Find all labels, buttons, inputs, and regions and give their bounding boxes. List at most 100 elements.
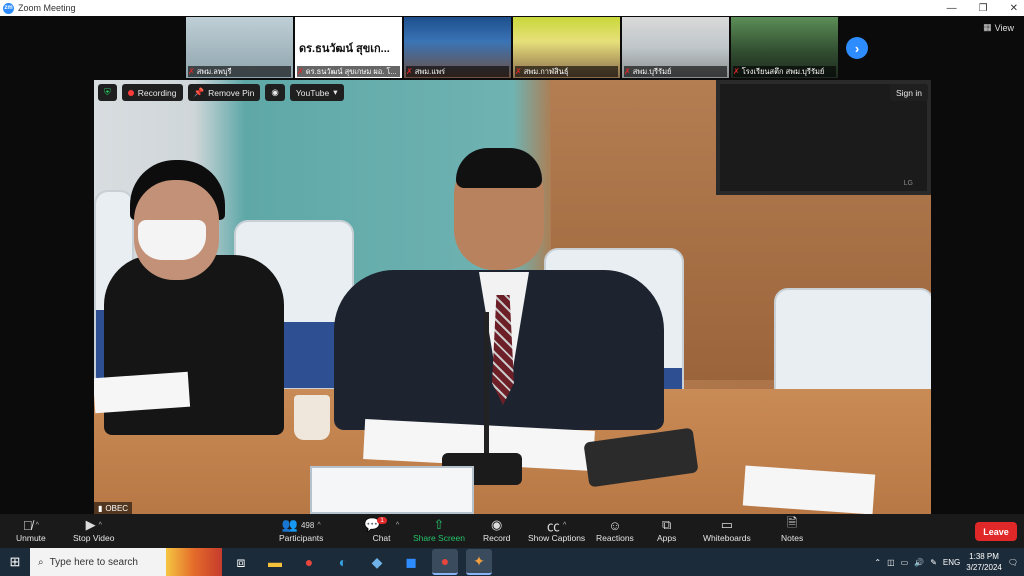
signal-bars-icon: ▮ — [98, 503, 103, 513]
live-stream-icon-button[interactable]: ◉ — [265, 84, 285, 101]
notebook — [94, 371, 191, 414]
smiley-icon: ☺ — [608, 517, 622, 533]
mic-muted-icon: ✗ — [297, 67, 304, 76]
speaker-name-tag: ▮ OBEC — [94, 502, 133, 514]
participant-tile[interactable]: ✗ สพม.กาฬสินธุ์ — [513, 17, 620, 78]
battery-icon[interactable]: ▭ — [901, 558, 909, 567]
stop-video-label: Stop Video — [73, 533, 115, 543]
notifications-icon[interactable]: 🗨 — [1008, 558, 1018, 567]
participant-display-name: ดร.ธนวัฒน์ สุขเก... — [299, 42, 390, 55]
participant-name: ดร.ธนวัฒน์ สุขเกษม ผอ. โ... — [305, 66, 397, 76]
store-icon[interactable]: ◆ — [364, 549, 390, 575]
share-screen-icon: ⇧ — [433, 517, 445, 532]
window-title: Zoom Meeting — [18, 3, 76, 13]
edge-icon[interactable]: ◐ — [330, 549, 356, 575]
stop-video-button[interactable]: ▶ ^ Stop Video — [73, 517, 114, 543]
thumbnail-strip: ✗ สพม.ลพบุรี ดร.ธนวัฒน์ สุขเก... ✗ ดร.ธนวั… — [186, 17, 838, 78]
mic-muted-icon: ✗ — [733, 67, 740, 76]
view-button[interactable]: ▦ View — [983, 22, 1014, 33]
recording-label: Recording — [137, 87, 177, 98]
chevron-up-icon[interactable]: ^ — [563, 522, 566, 529]
windows-start-icon[interactable]: ⊞ — [0, 548, 30, 576]
remove-pin-button[interactable]: 📌 Remove Pin — [187, 84, 261, 101]
chat-button[interactable]: 💬 1 ^ Chat — [364, 516, 399, 543]
apps-icon: ⧉ — [662, 517, 672, 532]
leave-button[interactable]: Leave — [975, 522, 1017, 541]
participant-tile[interactable]: ดร.ธนวัฒน์ สุขเก... ✗ ดร.ธนวัฒน์ สุขเกษม … — [295, 17, 402, 78]
chevron-up-icon[interactable]: ^ — [317, 522, 320, 529]
language-indicator[interactable]: ENG — [943, 558, 960, 567]
man-hair — [456, 148, 542, 188]
participant-tile[interactable]: ✗ สพม.บุรีรัมย์ — [622, 17, 729, 78]
clock-time: 1:38 PM — [969, 552, 999, 561]
windows-taskbar: ⊞ ⌕ Type here to search ⧈ ▬ ● ◐ ◆ ◼ ● ✦ … — [0, 548, 1024, 576]
record-dot-icon — [127, 89, 134, 96]
shield-icon: ⛨ — [104, 87, 111, 97]
participant-tile[interactable]: ✗ สพม.ลพบุรี — [186, 17, 293, 78]
documents — [742, 465, 876, 514]
apps-button[interactable]: ⧉ Apps — [657, 517, 676, 543]
tray-overflow-icon[interactable]: ⌃ — [874, 558, 881, 567]
grid-icon: ▦ — [983, 22, 992, 32]
chevron-up-icon[interactable]: ^ — [36, 522, 39, 529]
volume-icon[interactable]: 🔊 — [914, 558, 924, 567]
reactions-button[interactable]: ☺ Reactions — [596, 517, 634, 544]
reactions-label: Reactions — [596, 533, 634, 543]
show-captions-button[interactable]: ㏄ ^ Show Captions — [528, 517, 585, 544]
mic-muted-icon: ✗ — [188, 67, 195, 76]
tv-brand-label: LG — [903, 180, 913, 187]
record-label: Record — [483, 533, 511, 543]
participants-icon: 👥 — [281, 517, 298, 532]
search-placeholder: Type here to search — [49, 556, 138, 568]
search-highlight-image — [166, 548, 222, 576]
main-video: LG — [94, 80, 931, 514]
chevron-up-icon[interactable]: ^ — [396, 522, 399, 529]
video-camera-icon: ▶ — [85, 517, 96, 532]
search-icon: ⌕ — [38, 556, 44, 568]
close-button[interactable]: ✕ — [1010, 3, 1018, 14]
minimize-button[interactable]: — — [947, 3, 957, 14]
pen-icon[interactable]: ✎ — [930, 558, 937, 567]
chevron-up-icon[interactable]: ^ — [99, 522, 102, 529]
participant-name: สพม.ลพบุรี — [196, 66, 232, 76]
sign-in-button[interactable]: Sign in — [890, 84, 928, 101]
unmute-button[interactable]: 🎙̸ ^ Unmute — [16, 517, 46, 544]
recording-indicator[interactable]: Recording — [121, 84, 183, 101]
participant-name: สพม.กาฬสินธุ์ — [523, 66, 569, 76]
maximize-button[interactable]: ❐ — [979, 3, 988, 14]
notes-button[interactable]: 🗎 Notes — [781, 515, 804, 543]
clock-date: 3/27/2024 — [966, 563, 1002, 572]
share-screen-button[interactable]: ⇧ Share Screen — [413, 517, 465, 543]
chrome-active-icon[interactable]: ● — [432, 549, 458, 575]
network-icon[interactable]: ◫ — [887, 558, 895, 567]
participants-button[interactable]: 👥 498 ^ Participants — [279, 517, 323, 543]
video-overlay-controls: ⛨ Recording 📌 Remove Pin ◉ YouTube ▾ — [98, 84, 344, 101]
chat-badge: 1 — [377, 516, 387, 524]
participant-tile[interactable]: ✗ โรงเรียนสตึก สพม.บุรีรัมย์ — [731, 17, 838, 78]
notes-label: Notes — [781, 533, 804, 543]
zoom-app-icon[interactable]: ◼ — [398, 549, 424, 575]
participant-tile[interactable]: ✗ สพม.แพร่ — [404, 17, 511, 78]
chevron-down-icon: ▾ — [333, 87, 338, 97]
pinned-app-icon[interactable]: ✦ — [466, 549, 492, 575]
nameplate — [310, 466, 474, 514]
file-explorer-icon[interactable]: ▬ — [262, 549, 288, 575]
whiteboards-button[interactable]: ▭ Whiteboards — [703, 517, 751, 543]
whiteboard-icon: ▭ — [720, 517, 733, 532]
face-mask — [138, 220, 206, 260]
record-button[interactable]: ◉ Record — [483, 517, 510, 543]
mic-muted-icon: 🎙̸ — [22, 517, 33, 533]
security-shield-button[interactable]: ⛨ — [98, 84, 117, 101]
clock[interactable]: 1:38 PM 3/27/2024 — [966, 551, 1002, 573]
task-view-icon[interactable]: ⧈ — [228, 549, 254, 575]
youtube-dropdown[interactable]: YouTube ▾ — [289, 84, 344, 101]
unmute-label: Unmute — [16, 533, 46, 543]
share-screen-label: Share Screen — [413, 533, 465, 543]
record-icon: ◉ — [491, 517, 503, 532]
next-page-arrow-icon[interactable]: › — [846, 37, 868, 59]
zoom-logo-icon: zm — [3, 2, 14, 14]
window-titlebar: zm Zoom Meeting — ❐ ✕ — [0, 0, 1024, 16]
taskbar-search-box[interactable]: ⌕ Type here to search — [30, 548, 166, 576]
chrome-icon[interactable]: ● — [296, 549, 322, 575]
participant-name: สพม.บุรีรัมย์ — [632, 66, 672, 76]
